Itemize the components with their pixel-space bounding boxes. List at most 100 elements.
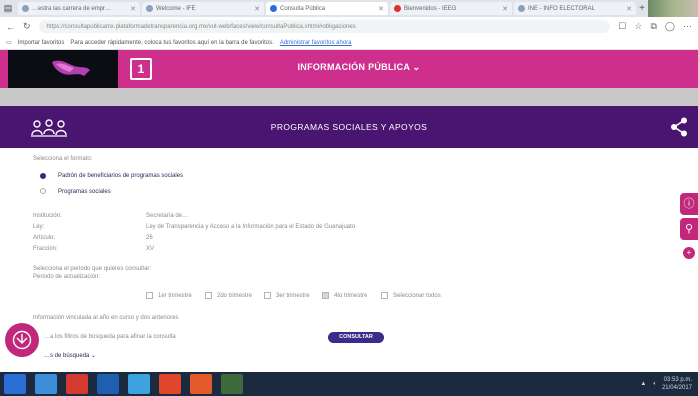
period-note: Información vinculada al año en curso y … [33, 315, 179, 321]
taskbar-word-icon[interactable] [97, 374, 119, 394]
tab-favicon-icon [270, 5, 277, 12]
manage-favorites-link[interactable]: Administrar favoritos ahora [280, 40, 352, 46]
section-title: PROGRAMAS SOCIALES Y APOYOS [270, 122, 428, 132]
detail-label: Artículo: [33, 235, 56, 241]
period-option-label[interactable]: 1er trimestre [158, 293, 192, 299]
taskbar-excel-icon[interactable] [221, 374, 243, 394]
period-prompt: Selecciona el periodo que quieres consul… [33, 266, 152, 272]
tab-title: Bienvenidos - IEEG [404, 5, 457, 12]
close-icon[interactable]: ✕ [375, 5, 384, 13]
taskbar-chrome-icon[interactable] [159, 374, 181, 394]
browser-tab-strip: ▤ …estra las carrera de empr… ✕ Welcome -… [0, 0, 698, 17]
tab-title: …estra las carrera de empr… [32, 5, 112, 12]
checkbox-4to-trimestre[interactable] [322, 292, 329, 299]
chevron-down-icon: ⌄ [412, 62, 421, 72]
period-option-label[interactable]: Seleccionar todos [393, 293, 441, 299]
side-plus-button[interactable]: + [683, 247, 695, 259]
radio-programas[interactable] [40, 188, 46, 194]
chevron-down-icon: ⌄ [91, 353, 97, 359]
window-thumbnail [648, 0, 698, 17]
detail-value: XV [146, 246, 155, 252]
favorites-hint: Para acceder rápidamente, coloca tus fav… [70, 39, 274, 46]
detail-value: Ley de Transparencia y Acceso a la Infor… [146, 224, 356, 230]
browser-tab[interactable]: INE - INFO ELECTORAL ✕ [514, 2, 636, 15]
clock[interactable]: 03:53 p.m. 21/04/2017 [662, 376, 692, 392]
refresh-icon[interactable]: ↻ [23, 21, 31, 32]
option-label[interactable]: Programas sociales [58, 189, 111, 195]
side-info-button[interactable]: ⓘ [680, 193, 698, 215]
share-icon[interactable] [670, 117, 688, 137]
clock-date: 21/04/2017 [661, 385, 692, 391]
radio-padron[interactable] [40, 173, 46, 179]
window-menu-icon[interactable]: ▤ [0, 0, 16, 17]
browser-tab[interactable]: Welcome - IFE ✕ [142, 2, 264, 15]
detail-label: Institución: [33, 213, 62, 219]
tab-favicon-icon [22, 5, 29, 12]
detail-value: Secretaría de… [146, 213, 189, 219]
taskbar-firefox-icon[interactable] [190, 374, 212, 394]
system-tray: ▲ ◖ 03:53 p.m. 21/04/2017 [640, 376, 692, 392]
start-icon[interactable] [4, 374, 26, 394]
reader-view-icon[interactable]: ☐ [618, 21, 626, 32]
period-option-label[interactable]: 2do trimestre [217, 293, 252, 299]
accessibility-button[interactable] [5, 323, 39, 357]
taskbar-explorer-icon[interactable] [35, 374, 57, 394]
taskbar: ▲ ◖ 03:53 p.m. 21/04/2017 [0, 372, 698, 396]
favorites-folder-icon: ▭ [6, 40, 12, 46]
tab-favicon-icon [146, 5, 153, 12]
address-bar-row: ← ↻ https://consultapublicamx.plataforma… [0, 17, 698, 36]
tab-favicon-icon [518, 5, 525, 12]
browser-tab-active[interactable]: Consulta Pública ✕ [266, 2, 388, 15]
detail-label: Ley: [33, 224, 45, 230]
profile-icon[interactable]: ◯ [665, 21, 675, 32]
format-prompt: Selecciona el formato: [33, 156, 93, 162]
filter-hint: …a los filtros de búsqueda para afinar l… [44, 334, 176, 340]
tab-title: INE - INFO ELECTORAL [528, 5, 595, 12]
more-icon[interactable]: ⋯ [683, 21, 692, 32]
tab-title: Welcome - IFE [156, 5, 196, 12]
network-icon[interactable]: ▲ [640, 381, 646, 387]
checkbox-2do-trimestre[interactable] [205, 292, 212, 299]
checkbox-seleccionar-todos[interactable] [381, 292, 388, 299]
close-icon[interactable]: ✕ [127, 5, 136, 13]
period-option-label[interactable]: 3er trimestre [276, 293, 310, 299]
favorite-star-icon[interactable]: ☆ [634, 21, 642, 32]
collections-icon[interactable]: ⧉ [650, 21, 656, 32]
consultar-button[interactable]: CONSULTAR [328, 332, 384, 343]
tab-favicon-icon [394, 5, 401, 12]
favorites-bar: ▭ Importar favoritos Para acceder rápida… [0, 36, 698, 50]
option-label[interactable]: Padrón de beneficiarios de programas soc… [58, 173, 183, 179]
volume-icon[interactable]: ◖ [652, 381, 656, 387]
checkbox-3er-trimestre[interactable] [264, 292, 271, 299]
url-input[interactable]: https://consultapublicamx.plataformadetr… [38, 20, 611, 33]
clock-time: 03:53 p.m. [663, 377, 692, 383]
info-icon: ⓘ [683, 198, 695, 210]
accessibility-icon [12, 330, 32, 350]
help-icon: ⚲ [684, 223, 694, 235]
detail-label: Fracción: [33, 246, 58, 252]
close-icon[interactable]: ✕ [623, 5, 632, 13]
side-help-button[interactable]: ⚲ [680, 218, 698, 240]
period-label: Periodo de actualización: [33, 274, 101, 280]
taskbar-ie-icon[interactable] [128, 374, 150, 394]
detail-value: 26 [146, 235, 153, 241]
grey-band [0, 88, 698, 106]
search-filters-label: …s de búsqueda [44, 353, 90, 359]
period-option-label[interactable]: 4to trimestre [334, 293, 367, 299]
search-filters-toggle[interactable]: …s de búsqueda ⌄ [44, 352, 96, 359]
main-content: Selecciona el formato: Padrón de benefic… [0, 148, 698, 372]
close-icon[interactable]: ✕ [499, 5, 508, 13]
import-favorites-link[interactable]: Importar favoritos [18, 40, 65, 46]
site-header: 1 INFORMACIÓN PÚBLICA ⌄ [0, 50, 698, 88]
taskbar-app-icon[interactable] [66, 374, 88, 394]
close-icon[interactable]: ✕ [251, 5, 260, 13]
browser-tab[interactable]: …estra las carrera de empr… ✕ [18, 2, 140, 15]
browser-tab[interactable]: Bienvenidos - IEEG ✕ [390, 2, 512, 15]
header-title[interactable]: INFORMACIÓN PÚBLICA ⌄ [0, 62, 698, 73]
back-icon[interactable]: ← [6, 22, 15, 32]
checkbox-1er-trimestre[interactable] [146, 292, 153, 299]
new-tab-icon[interactable]: + [636, 3, 648, 14]
section-bar: PROGRAMAS SOCIALES Y APOYOS [0, 106, 698, 148]
tab-title: Consulta Pública [280, 5, 326, 12]
header-title-label: INFORMACIÓN PÚBLICA [297, 62, 410, 72]
